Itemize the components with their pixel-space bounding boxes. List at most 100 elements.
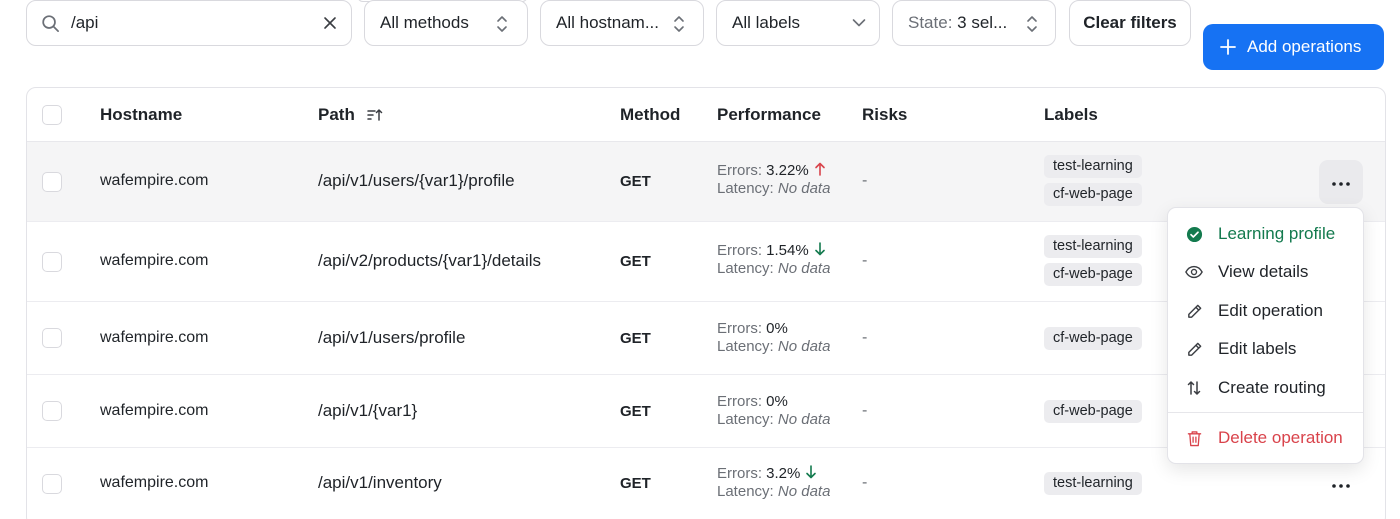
pencil-icon [1185, 302, 1203, 320]
row-hostname: wafempire.com [100, 172, 209, 189]
row-performance: Errors: 0% Latency: No data [717, 393, 830, 429]
row-path[interactable]: /api/v1/{var1} [318, 401, 417, 421]
row-performance: Errors: 1.54% Latency: No data [717, 242, 830, 278]
latency-value: No data [777, 338, 831, 355]
menu-item-label: Create routing [1218, 378, 1326, 397]
menu-item-label: Delete operation [1218, 428, 1343, 447]
sort-chevrons-icon [496, 14, 508, 34]
clear-search-icon[interactable] [323, 16, 337, 30]
clear-filters-button[interactable]: Clear filters [1069, 0, 1191, 46]
row-actions-menu: Learning profile View details Edit opera… [1167, 207, 1364, 464]
row-hostname: wafempire.com [100, 252, 209, 269]
menu-item-edit-labels[interactable]: Edit labels [1168, 330, 1363, 368]
row-path[interactable]: /api/v1/users/profile [318, 328, 465, 348]
hostnames-select[interactable]: All hostnam... [540, 0, 704, 46]
row-risks: - [862, 172, 868, 189]
label-pill: cf-web-page [1044, 400, 1142, 423]
hostnames-select-label: All hostnam... [556, 13, 659, 32]
row-performance: Errors: 0% Latency: No data [717, 320, 830, 356]
chevron-down-icon [852, 18, 866, 28]
methods-select[interactable]: All methods [364, 0, 528, 46]
label-pill: test-learning [1044, 155, 1142, 178]
menu-item-label: Learning profile [1218, 224, 1336, 243]
sort-chevrons-icon [673, 14, 685, 34]
row-method: GET [620, 403, 651, 420]
row-checkbox[interactable] [42, 252, 62, 272]
methods-select-label: All methods [380, 13, 469, 32]
row-path[interactable]: /api/v1/inventory [318, 473, 442, 493]
errors-value: 0% [766, 393, 788, 410]
row-checkbox[interactable] [42, 401, 62, 421]
row-path[interactable]: /api/v2/products/{var1}/details [318, 251, 541, 271]
errors-label: Errors: [717, 320, 762, 337]
menu-item-delete-operation[interactable]: Delete operation [1168, 419, 1363, 457]
sort-chevrons-icon [1026, 14, 1038, 34]
latency-value: No data [777, 411, 831, 428]
select-all-checkbox[interactable] [42, 105, 62, 125]
menu-item-learning-profile[interactable]: Learning profile [1168, 215, 1363, 253]
sort-icon[interactable] [367, 108, 383, 122]
state-select[interactable]: State: 3 sel... [892, 0, 1056, 46]
row-risks: - [862, 474, 868, 491]
menu-divider [1168, 412, 1363, 413]
menu-item-label: Edit operation [1218, 301, 1323, 320]
labels-select-label: All labels [732, 13, 801, 32]
errors-label: Errors: [717, 465, 762, 482]
label-pill: cf-web-page [1044, 263, 1142, 286]
header-path[interactable]: Path [318, 105, 383, 125]
row-actions-button[interactable] [1319, 462, 1363, 506]
state-select-label: State: 3 sel... [908, 13, 1007, 33]
menu-item-view-details[interactable]: View details [1168, 253, 1363, 291]
table-header: Hostname Path Method Performance Risks L… [27, 88, 1385, 142]
trend-down-icon [805, 465, 817, 479]
row-path[interactable]: /api/v1/users/{var1}/profile [318, 171, 515, 191]
pencil-icon [1185, 340, 1203, 358]
label-pill: cf-web-page [1044, 183, 1142, 206]
more-horizontal-icon [1332, 173, 1350, 191]
header-risks: Risks [862, 105, 908, 124]
row-checkbox[interactable] [42, 474, 62, 494]
row-actions-button[interactable] [1319, 160, 1363, 204]
row-method: GET [620, 173, 651, 190]
row-checkbox[interactable] [42, 172, 62, 192]
menu-item-label: View details [1218, 262, 1309, 281]
latency-label: Latency: [717, 180, 774, 197]
latency-label: Latency: [717, 338, 774, 355]
errors-value: 1.54% [766, 242, 809, 259]
row-hostname: wafempire.com [100, 402, 209, 419]
menu-item-edit-operation[interactable]: Edit operation [1168, 292, 1363, 330]
latency-label: Latency: [717, 483, 774, 500]
row-performance: Errors: 3.22% Latency: No data [717, 162, 830, 198]
latency-value: No data [777, 180, 831, 197]
label-pill: test-learning [1044, 235, 1142, 258]
menu-item-create-routing[interactable]: Create routing [1168, 369, 1363, 407]
state-value: 3 sel... [957, 13, 1008, 32]
plus-icon [1220, 39, 1236, 60]
errors-label: Errors: [717, 393, 762, 410]
add-operations-label: Add operations [1247, 37, 1362, 56]
trend-down-icon [814, 242, 826, 256]
label-pill: test-learning [1044, 472, 1142, 495]
arrows-up-down-icon [1185, 379, 1203, 397]
check-circle-icon [1185, 225, 1203, 243]
trend-up-icon [814, 162, 826, 176]
errors-value: 3.22% [766, 162, 809, 179]
state-prefix: State: [908, 13, 953, 32]
errors-value: 0% [766, 320, 788, 337]
row-hostname: wafempire.com [100, 329, 209, 346]
row-hostname: wafempire.com [100, 474, 209, 491]
search-icon [41, 14, 60, 33]
latency-value: No data [777, 260, 831, 277]
label-pill: cf-web-page [1044, 327, 1142, 350]
row-risks: - [862, 402, 868, 419]
header-path-label: Path [318, 105, 355, 124]
search-input[interactable]: /api [26, 0, 352, 46]
errors-label: Errors: [717, 162, 762, 179]
row-checkbox[interactable] [42, 328, 62, 348]
header-hostname[interactable]: Hostname [100, 105, 182, 125]
labels-select[interactable]: All labels [716, 0, 880, 46]
row-method: GET [620, 253, 651, 270]
row-method: GET [620, 330, 651, 347]
add-operations-button[interactable]: Add operations [1203, 24, 1384, 70]
latency-value: No data [777, 483, 831, 500]
